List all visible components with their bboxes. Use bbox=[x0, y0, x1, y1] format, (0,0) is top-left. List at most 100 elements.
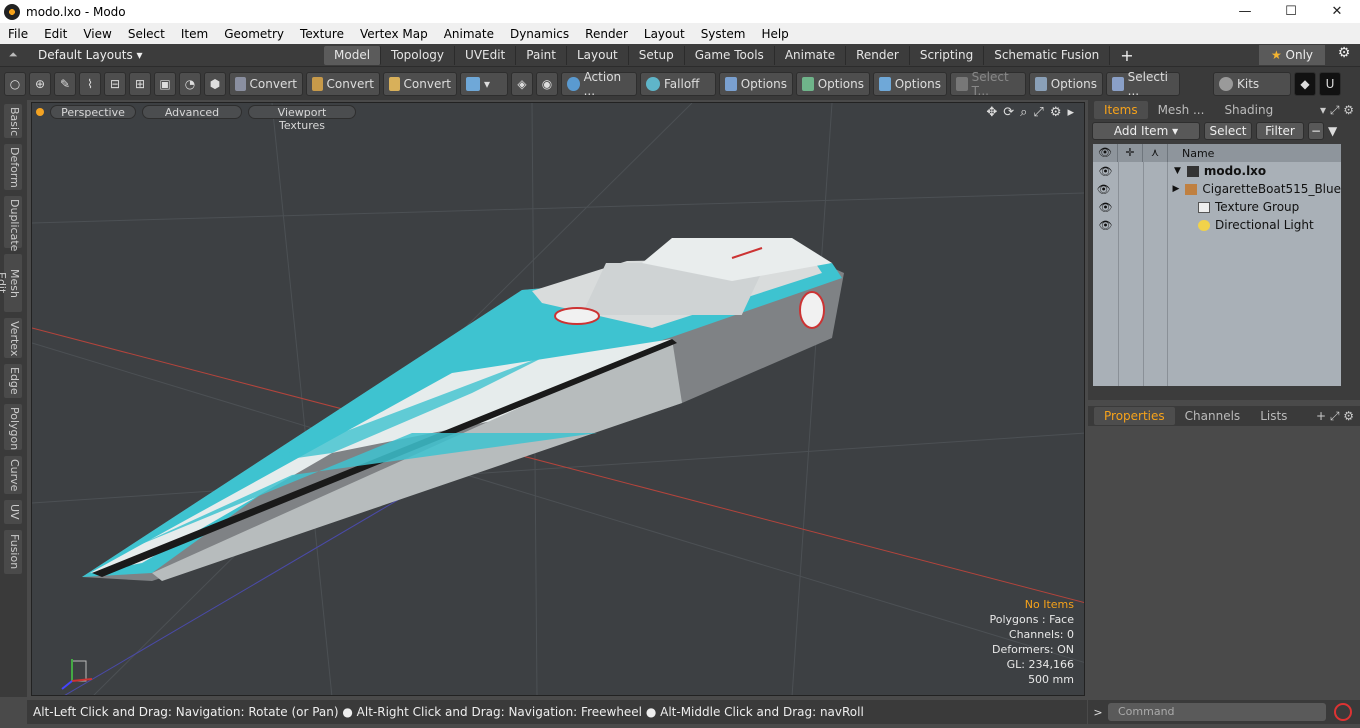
vtab-vertex[interactable]: Vertex bbox=[4, 318, 22, 358]
expand-arrow-icon[interactable]: ▶ bbox=[1172, 184, 1179, 194]
menu-layout[interactable]: Layout bbox=[636, 27, 693, 41]
menu-view[interactable]: View bbox=[75, 27, 119, 41]
tab-mesh[interactable]: Mesh ... bbox=[1148, 101, 1215, 119]
kits-button[interactable]: Kits bbox=[1213, 71, 1291, 96]
options-button-2[interactable]: Options bbox=[796, 71, 870, 96]
expand-arrow-icon[interactable]: ▼ bbox=[1174, 166, 1181, 176]
menu-system[interactable]: System bbox=[693, 27, 754, 41]
tab-animate[interactable]: Animate bbox=[775, 45, 847, 65]
name-column-header[interactable]: Name bbox=[1168, 147, 1214, 160]
render-col-icon[interactable]: ⋏ bbox=[1143, 144, 1168, 162]
mesh-dropdown[interactable]: ▾ bbox=[460, 71, 508, 96]
maximize-button[interactable]: ☐ bbox=[1268, 0, 1314, 23]
tab-properties[interactable]: Properties bbox=[1094, 407, 1175, 425]
eye-icon[interactable]: 👁 bbox=[1093, 165, 1118, 178]
add-item-button[interactable]: Add Item ▾ bbox=[1092, 122, 1200, 140]
tab-topology[interactable]: Topology bbox=[381, 45, 456, 65]
tab-schematic-fusion[interactable]: Schematic Fusion bbox=[984, 45, 1111, 65]
select-pen-icon[interactable]: ✎ bbox=[54, 71, 76, 96]
vtab-uv[interactable]: UV bbox=[4, 500, 22, 524]
perspective-button[interactable]: Perspective bbox=[50, 105, 136, 119]
minimize-button[interactable]: — bbox=[1222, 0, 1268, 23]
tab-layout[interactable]: Layout bbox=[567, 45, 629, 65]
convert-button-2[interactable]: Convert bbox=[306, 71, 380, 96]
close-button[interactable]: ✕ bbox=[1314, 0, 1360, 23]
menu-help[interactable]: Help bbox=[753, 27, 796, 41]
funnel-icon[interactable]: ▼ bbox=[1328, 124, 1337, 138]
menu-select[interactable]: Select bbox=[120, 27, 173, 41]
menu-geometry[interactable]: Geometry bbox=[216, 27, 292, 41]
select-vertices-icon[interactable]: ○ bbox=[4, 71, 26, 96]
eye-icon[interactable]: 👁 bbox=[1093, 201, 1118, 214]
select-edges-icon[interactable]: ⊟ bbox=[104, 71, 126, 96]
tab-setup[interactable]: Setup bbox=[629, 45, 685, 65]
options-button-1[interactable]: Options bbox=[719, 71, 793, 96]
visibility-col-icon[interactable]: 👁 bbox=[1093, 144, 1118, 162]
menu-texture[interactable]: Texture bbox=[292, 27, 352, 41]
advanced-button[interactable]: Advanced bbox=[142, 105, 242, 119]
viewport-settings-icon[interactable]: ⚙ bbox=[1050, 105, 1062, 120]
tab-game-tools[interactable]: Game Tools bbox=[685, 45, 775, 65]
vtab-edge[interactable]: Edge bbox=[4, 364, 22, 398]
unreal-icon[interactable]: U bbox=[1319, 71, 1341, 96]
vtab-duplicate[interactable]: Duplicate bbox=[4, 196, 22, 251]
unity-icon[interactable]: ◆ bbox=[1294, 71, 1316, 96]
menu-edit[interactable]: Edit bbox=[36, 27, 75, 41]
tab-scripting[interactable]: Scripting bbox=[910, 45, 985, 65]
menu-file[interactable]: File bbox=[0, 27, 36, 41]
snapping-icon[interactable]: ◉ bbox=[536, 71, 558, 96]
3d-viewport[interactable]: Perspective Advanced Viewport Textures ✥… bbox=[31, 102, 1085, 696]
collapse-icon[interactable]: − bbox=[1308, 122, 1324, 140]
select-mesh-icon[interactable]: ⬢ bbox=[204, 71, 226, 96]
viewport-menu-dot-icon[interactable] bbox=[36, 108, 44, 116]
vtab-basic[interactable]: Basic bbox=[4, 104, 22, 138]
lock-col-icon[interactable]: ✛ bbox=[1118, 144, 1143, 162]
eye-icon[interactable]: 👁 bbox=[1093, 183, 1114, 196]
tab-lists[interactable]: Lists bbox=[1250, 407, 1297, 425]
select-brush-icon[interactable]: ⌇ bbox=[79, 71, 101, 96]
panel-options-icon[interactable]: ▾ ⤢ ⚙ bbox=[1320, 103, 1360, 118]
selection-button[interactable]: Selecti ... bbox=[1106, 70, 1180, 98]
action-center-button[interactable]: Action ... bbox=[561, 70, 637, 98]
zoom-view-icon[interactable]: ⌕ bbox=[1020, 105, 1027, 120]
select-polygons-icon[interactable]: ⊞ bbox=[129, 71, 151, 96]
tab-shading[interactable]: Shading bbox=[1214, 101, 1283, 119]
vtab-mesh-edit[interactable]: Mesh Edit bbox=[0, 254, 22, 312]
vtab-fusion[interactable]: Fusion bbox=[4, 530, 22, 574]
menu-vertex-map[interactable]: Vertex Map bbox=[352, 27, 436, 41]
select-items-icon[interactable]: ▣ bbox=[154, 71, 176, 96]
menu-item[interactable]: Item bbox=[173, 27, 216, 41]
vtab-curve[interactable]: Curve bbox=[4, 456, 22, 494]
menu-dynamics[interactable]: Dynamics bbox=[502, 27, 577, 41]
vtab-polygon[interactable]: Polygon bbox=[4, 404, 22, 450]
menu-render[interactable]: Render bbox=[577, 27, 636, 41]
tab-channels[interactable]: Channels bbox=[1175, 407, 1251, 425]
record-macro-icon[interactable] bbox=[1334, 703, 1352, 721]
tab-items[interactable]: Items bbox=[1094, 101, 1148, 119]
tab-render[interactable]: Render bbox=[846, 45, 910, 65]
select-globe-icon[interactable]: ⊕ bbox=[29, 71, 51, 96]
menu-animate[interactable]: Animate bbox=[436, 27, 502, 41]
fit-view-icon[interactable]: ⤢ bbox=[1033, 105, 1043, 120]
command-history-icon[interactable]: > bbox=[1088, 706, 1108, 719]
only-toggle[interactable]: ★ Only bbox=[1259, 45, 1325, 65]
viewport-textures-button[interactable]: Viewport Textures bbox=[248, 105, 356, 132]
select-materials-icon[interactable]: ◔ bbox=[179, 71, 201, 96]
layout-collapse-icon[interactable]: ⏶ bbox=[0, 48, 26, 62]
move-view-icon[interactable]: ✥ bbox=[986, 105, 997, 120]
panel-options-icon[interactable]: + ⤢ ⚙ bbox=[1316, 409, 1360, 424]
options-button-3[interactable]: Options bbox=[873, 71, 947, 96]
command-input[interactable]: Command bbox=[1108, 703, 1326, 721]
filter-button[interactable]: Filter bbox=[1256, 122, 1304, 140]
default-layouts-dropdown[interactable]: Default Layouts ▾ bbox=[26, 48, 324, 62]
convert-button-1[interactable]: Convert bbox=[229, 71, 303, 96]
tab-paint[interactable]: Paint bbox=[516, 45, 567, 65]
convert-button-3[interactable]: Convert bbox=[383, 71, 457, 96]
viewport-expand-icon[interactable]: ▸ bbox=[1067, 105, 1074, 120]
select-button[interactable]: Select bbox=[1204, 122, 1252, 140]
tab-model[interactable]: Model bbox=[324, 45, 382, 65]
vtab-deform[interactable]: Deform bbox=[4, 144, 22, 190]
symmetry-icon[interactable]: ◈ bbox=[511, 71, 533, 96]
select-through-button[interactable]: Select T... bbox=[950, 70, 1026, 98]
rotate-view-icon[interactable]: ⟳ bbox=[1003, 105, 1014, 120]
